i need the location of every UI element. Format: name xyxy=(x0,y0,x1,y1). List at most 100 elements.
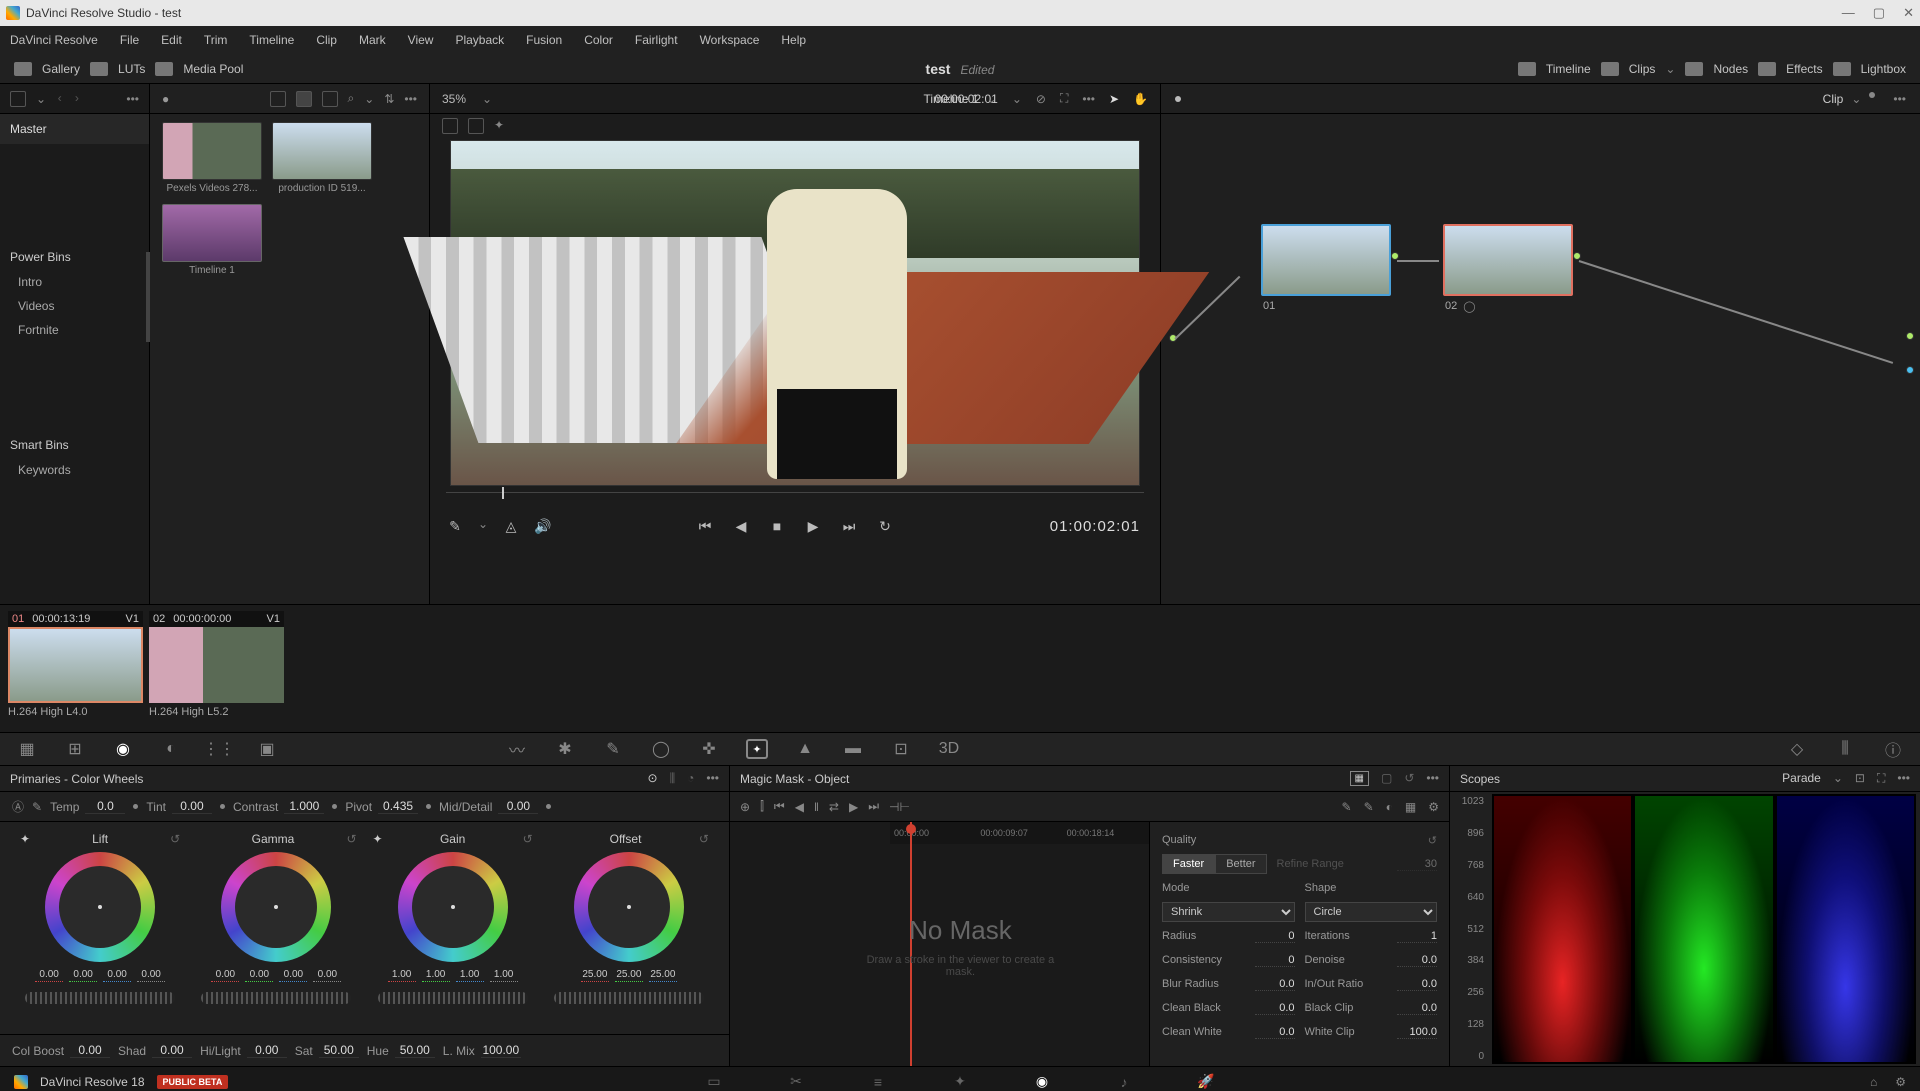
keyframe-icon[interactable]: ◇ xyxy=(1786,739,1808,759)
media-page-icon[interactable]: ▭ xyxy=(703,1073,725,1091)
contrast-value[interactable]: 1.000 xyxy=(284,799,324,814)
tracker-icon[interactable]: ✜ xyxy=(698,739,720,759)
sidebar-scrollbar[interactable] xyxy=(146,252,150,342)
cleanblack-value[interactable]: 0.0 xyxy=(1255,1002,1295,1015)
scopes-toggle-icon[interactable]: ⫼ xyxy=(1834,739,1856,759)
wheels-mode-icon[interactable]: ⊙ xyxy=(648,771,658,786)
menu-clip[interactable]: Clip xyxy=(316,33,337,47)
graph-output-icon[interactable] xyxy=(1906,332,1914,340)
list-view-icon[interactable] xyxy=(322,91,338,107)
gain-reset-icon[interactable]: ↺ xyxy=(523,832,533,846)
powerbin-videos[interactable]: Videos xyxy=(0,294,149,318)
whiteclip-value[interactable]: 100.0 xyxy=(1397,1026,1437,1039)
deliver-page-icon[interactable]: 🚀 xyxy=(1195,1073,1217,1091)
gamma-master-dial[interactable] xyxy=(201,992,351,1004)
warper-icon[interactable]: ✱ xyxy=(554,739,576,759)
menu-playback[interactable]: Playback xyxy=(455,33,504,47)
zoom-level[interactable]: 35% xyxy=(442,92,466,106)
wand-icon[interactable]: ✦ xyxy=(494,118,504,136)
radius-value[interactable]: 0 xyxy=(1255,930,1295,943)
lift-reset-icon[interactable]: ↺ xyxy=(170,832,180,846)
effects-button[interactable]: Effects xyxy=(1786,62,1822,76)
camera-raw-icon[interactable]: ▦ xyxy=(16,739,38,759)
mask-mode2-icon[interactable]: ▢ xyxy=(1381,771,1392,786)
master-bin[interactable]: Master xyxy=(0,114,149,144)
overlay-toggle-icon[interactable]: ▦ xyxy=(1405,800,1416,814)
lift-yonly-icon[interactable]: ✦ xyxy=(20,832,30,846)
color-checker-icon[interactable]: ⊞ xyxy=(64,739,86,759)
paint-add-icon[interactable]: ✎ xyxy=(1342,800,1352,814)
clip-thumb-02[interactable]: 0200:00:00:00V1 H.264 High L5.2 xyxy=(149,611,284,718)
mask-reset-icon[interactable]: ↺ xyxy=(1404,771,1414,786)
menu-timeline[interactable]: Timeline xyxy=(249,33,294,47)
blur-icon[interactable]: ▲ xyxy=(794,739,816,759)
cut-page-icon[interactable]: ✂ xyxy=(785,1073,807,1091)
timeline-chevron-icon[interactable]: ⌄ xyxy=(986,92,996,106)
menu-fairlight[interactable]: Fairlight xyxy=(635,33,678,47)
maximize-button[interactable]: ▢ xyxy=(1873,5,1885,21)
menu-dots-icon[interactable]: ••• xyxy=(126,92,139,106)
invert-icon[interactable]: ◐ xyxy=(1386,800,1393,814)
auto-balance-icon[interactable]: Ⓐ xyxy=(12,798,24,815)
3d-icon[interactable]: 3D xyxy=(938,739,960,759)
lift-master-dial[interactable] xyxy=(25,992,175,1004)
menu-edit[interactable]: Edit xyxy=(161,33,182,47)
pivot-value[interactable]: 0.435 xyxy=(378,799,418,814)
highlight-icon[interactable] xyxy=(442,118,458,134)
menu-mark[interactable]: Mark xyxy=(359,33,386,47)
node-mode-chevron-icon[interactable]: ⌄ xyxy=(1851,92,1861,106)
middetail-value[interactable]: 0.00 xyxy=(498,799,538,814)
offset-reset-icon[interactable]: ↺ xyxy=(699,832,709,846)
media-pool-button[interactable]: Media Pool xyxy=(183,62,243,76)
dropdown-icon[interactable]: ⌄ xyxy=(36,92,46,106)
gain-yonly-icon[interactable]: ✦ xyxy=(373,832,383,846)
settings-icon[interactable]: ⚙ xyxy=(1428,800,1439,814)
scope-mode[interactable]: Parade xyxy=(1782,771,1821,786)
loop-button[interactable]: ↻ xyxy=(876,517,894,535)
media-clip[interactable]: Pexels Videos 278... xyxy=(162,122,262,194)
sizing-icon[interactable]: ⊡ xyxy=(890,739,912,759)
sort-icon[interactable]: ⇅ xyxy=(384,92,394,106)
menu-file[interactable]: File xyxy=(120,33,139,47)
edit-page-icon[interactable]: ≡ xyxy=(867,1073,889,1091)
last-frame-button[interactable]: ⏭ xyxy=(840,517,858,535)
scope-expand-icon[interactable]: ⛶ xyxy=(1877,771,1885,786)
menu-davinci[interactable]: DaVinci Resolve xyxy=(10,33,98,47)
quality-faster-button[interactable]: Faster xyxy=(1162,854,1215,874)
project-settings-icon[interactable]: ⚙ xyxy=(1895,1075,1906,1089)
offset-wheel[interactable] xyxy=(574,852,684,962)
temp-value[interactable]: 0.0 xyxy=(85,799,125,814)
tint-value[interactable]: 0.00 xyxy=(172,799,212,814)
media-menu-icon[interactable]: ••• xyxy=(404,92,417,106)
mmask-menu-icon[interactable]: ••• xyxy=(1426,771,1439,786)
hue-value[interactable]: 50.00 xyxy=(395,1043,435,1058)
fusion-page-icon[interactable]: ✦ xyxy=(949,1073,971,1091)
lift-wheel[interactable] xyxy=(45,852,155,962)
track-stop-icon[interactable]: ‖ xyxy=(814,800,819,814)
play-button[interactable]: ▶ xyxy=(804,517,822,535)
lmix-value[interactable]: 100.00 xyxy=(481,1043,521,1058)
pick-white-icon[interactable]: ✎ xyxy=(32,800,42,814)
cleanwhite-value[interactable]: 0.0 xyxy=(1255,1026,1295,1039)
scope-menu-icon[interactable]: ••• xyxy=(1897,771,1910,786)
gamma-reset-icon[interactable]: ↺ xyxy=(346,832,356,846)
window-icon[interactable]: ◯ xyxy=(650,739,672,759)
gamma-wheel[interactable] xyxy=(221,852,331,962)
timeline-button[interactable]: Timeline xyxy=(1546,62,1591,76)
viewer-scrubber[interactable] xyxy=(446,492,1144,502)
consistency-value[interactable]: 0 xyxy=(1255,954,1295,967)
paint-sub-icon[interactable]: ✎ xyxy=(1364,800,1374,814)
smart-bins-header[interactable]: Smart Bins xyxy=(0,432,149,458)
grid-view-icon[interactable] xyxy=(296,91,312,107)
inout-value[interactable]: 0.0 xyxy=(1397,978,1437,991)
hilight-value[interactable]: 0.00 xyxy=(247,1043,287,1058)
color-wheels-icon[interactable]: ◉ xyxy=(112,739,134,759)
search-chevron-icon[interactable]: ⌄ xyxy=(364,92,374,106)
color-page-icon[interactable]: ◉ xyxy=(1031,1073,1053,1091)
clips-button[interactable]: Clips xyxy=(1629,62,1656,76)
menu-view[interactable]: View xyxy=(408,33,434,47)
tc-chevron-icon[interactable]: ⌄ xyxy=(1012,92,1022,106)
media-timeline[interactable]: Timeline 1 xyxy=(162,204,262,276)
track-first-icon[interactable]: ⏮ xyxy=(774,799,785,814)
pointer-icon[interactable]: ➤ xyxy=(1109,92,1119,106)
